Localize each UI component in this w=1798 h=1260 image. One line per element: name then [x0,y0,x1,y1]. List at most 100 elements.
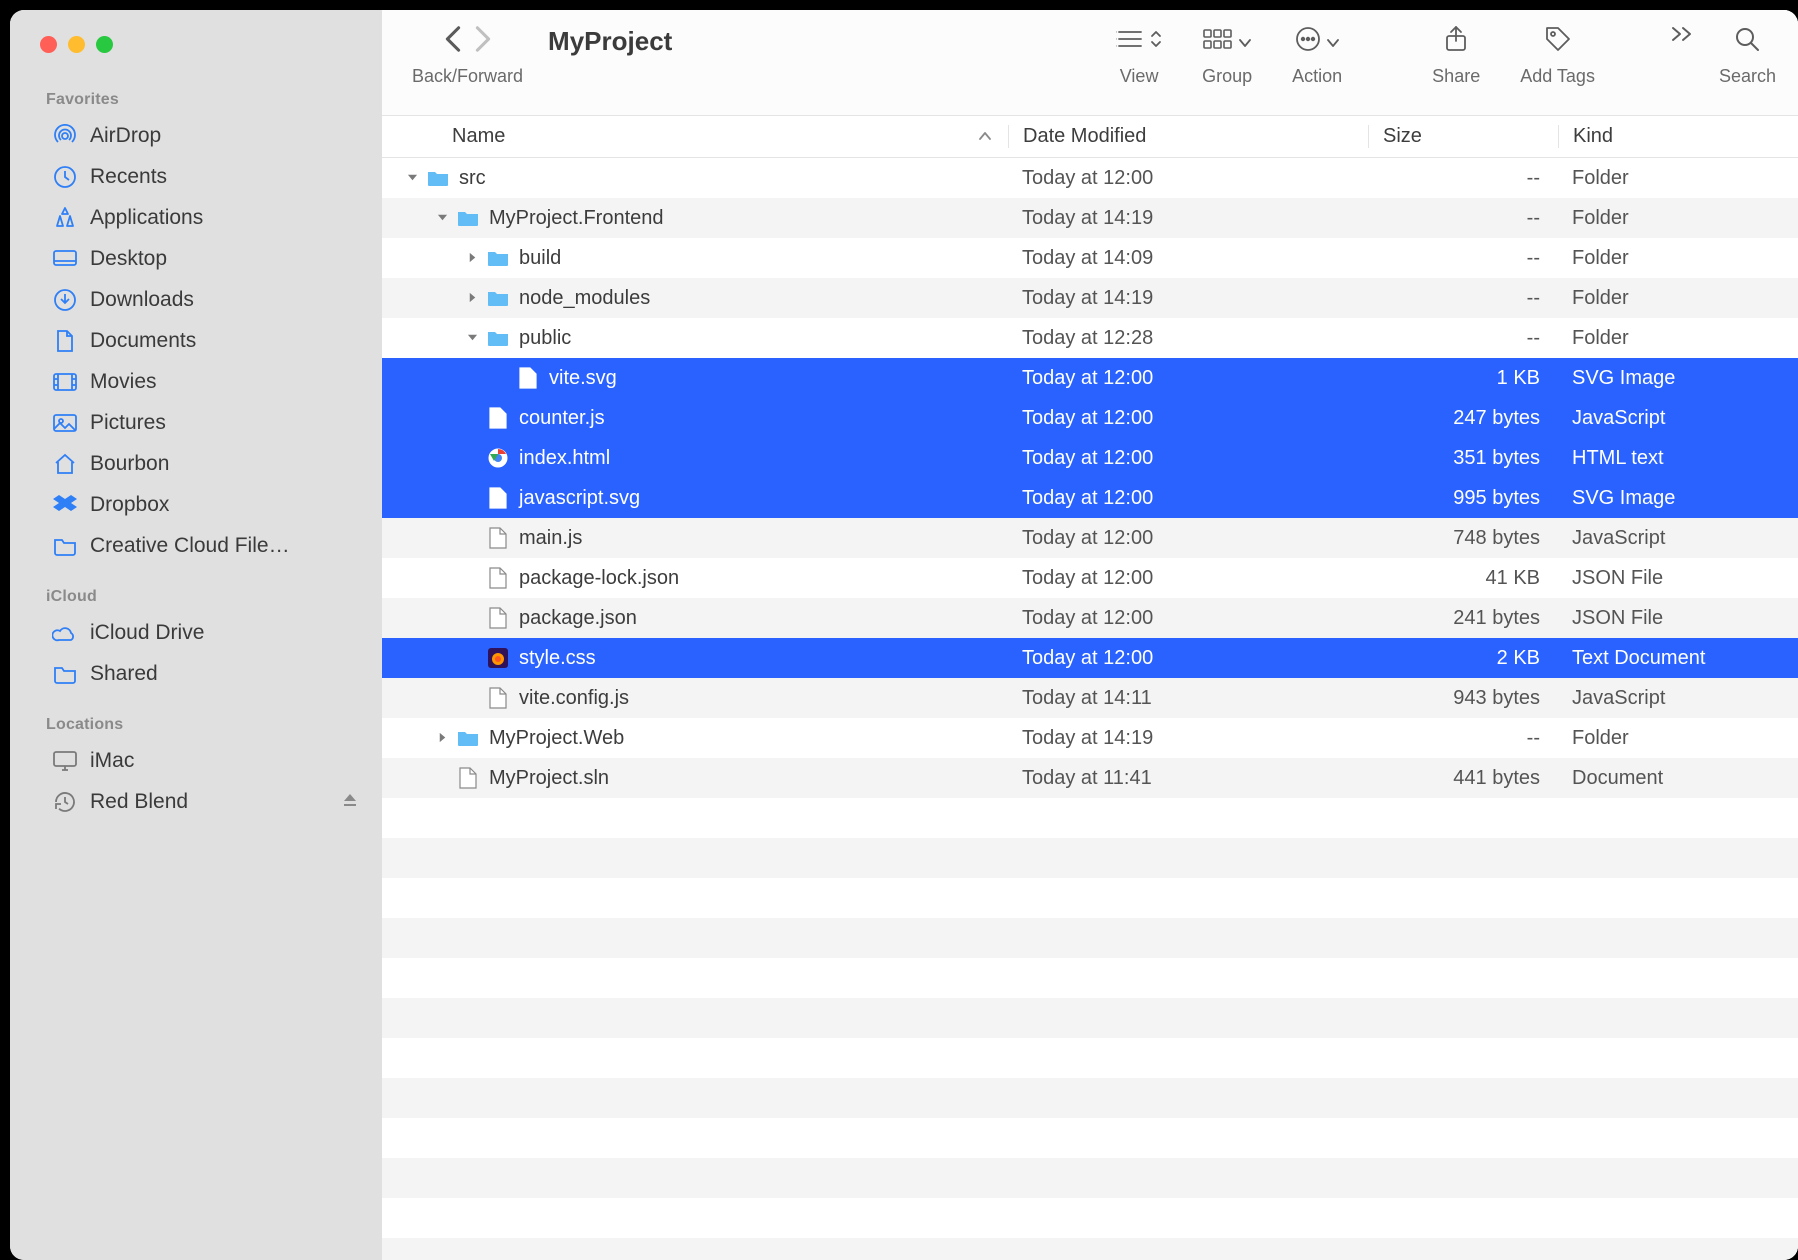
file-kind: Folder [1558,167,1798,190]
sidebar-item-label: Dropbox [90,493,169,517]
placeholder-row [382,998,1798,1038]
sidebar-item[interactable]: Recents [42,156,368,197]
file-kind: Folder [1558,287,1798,310]
sidebar-item[interactable]: AirDrop [42,115,368,156]
disclosure-triangle[interactable] [462,290,482,307]
folder-icon [456,206,480,230]
file-icon [456,766,480,790]
file-date: Today at 12:28 [1008,327,1368,350]
sidebar-item[interactable]: Movies [42,361,368,402]
file-size: 351 bytes [1368,447,1558,470]
column-name[interactable]: Name [452,125,1008,148]
recents-icon [52,164,78,190]
file-row[interactable]: vite.svg Today at 12:00 1 KB SVG Image [382,358,1798,398]
sidebar-item[interactable]: Downloads [42,279,368,320]
sidebar-item[interactable]: Creative Cloud File… [42,525,368,566]
column-date[interactable]: Date Modified [1008,125,1368,148]
column-kind[interactable]: Kind [1558,125,1798,148]
share-group[interactable]: Share [1432,22,1480,87]
file-row[interactable]: counter.js Today at 12:00 247 bytes Java… [382,398,1798,438]
file-row[interactable]: package.json Today at 12:00 241 bytes JS… [382,598,1798,638]
eject-icon[interactable] [342,790,358,814]
column-size[interactable]: Size [1368,125,1558,148]
sidebar-item[interactable]: Shared [42,653,368,694]
documents-icon [52,328,78,354]
file-date: Today at 12:00 [1008,567,1368,590]
file-row[interactable]: package-lock.json Today at 12:00 41 KB J… [382,558,1798,598]
sidebar-item[interactable]: iMac [42,740,368,781]
file-row[interactable]: MyProject.Web Today at 14:19 -- Folder [382,718,1798,758]
file-kind: Folder [1558,327,1798,350]
sidebar-item-label: Red Blend [90,790,188,814]
action-icon [1295,26,1321,58]
timemachine-icon [52,789,78,815]
list-view-icon [1116,28,1144,56]
view-group[interactable]: View [1116,22,1162,87]
placeholder-row [382,1238,1798,1260]
file-name: vite.svg [549,367,617,390]
back-button[interactable] [444,25,462,59]
home-icon [52,451,78,477]
sidebar-item-label: Shared [90,662,158,686]
disclosure-triangle[interactable] [402,170,422,187]
file-row[interactable]: MyProject.sln Today at 11:41 441 bytes D… [382,758,1798,798]
group-group[interactable]: Group [1202,22,1252,87]
file-kind: JavaScript [1558,527,1798,550]
file-row[interactable]: node_modules Today at 14:19 -- Folder [382,278,1798,318]
sidebar-section-header: Favorites [42,83,368,115]
tags-group[interactable]: Add Tags [1520,22,1595,87]
sidebar-item[interactable]: Documents [42,320,368,361]
sidebar-item[interactable]: Red Blend [42,781,368,822]
disclosure-triangle[interactable] [462,250,482,267]
sidebar-item[interactable]: Applications [42,197,368,238]
apps-icon [52,205,78,231]
file-name: MyProject.Frontend [489,207,664,230]
finder-window: FavoritesAirDropRecentsApplicationsDeskt… [10,10,1798,1260]
file-row[interactable]: public Today at 12:28 -- Folder [382,318,1798,358]
file-row[interactable]: vite.config.js Today at 14:11 943 bytes … [382,678,1798,718]
folder-icon [486,286,510,310]
file-kind: JSON File [1558,607,1798,630]
file-name: style.css [519,647,596,670]
back-forward-label: Back/Forward [412,66,523,87]
back-forward-group: Back/Forward [412,22,523,87]
folder-icon [456,726,480,750]
file-row[interactable]: javascript.svg Today at 12:00 995 bytes … [382,478,1798,518]
folder-icon [52,533,78,559]
minimize-button[interactable] [68,36,85,53]
search-group[interactable]: Search [1719,22,1776,87]
file-row[interactable]: src Today at 12:00 -- Folder [382,158,1798,198]
close-button[interactable] [40,36,57,53]
file-row[interactable]: main.js Today at 12:00 748 bytes JavaScr… [382,518,1798,558]
zoom-button[interactable] [96,36,113,53]
folder-icon [486,246,510,270]
sidebar-item[interactable]: Dropbox [42,484,368,525]
search-icon [1734,26,1760,58]
sidebar-item[interactable]: Pictures [42,402,368,443]
disclosure-triangle[interactable] [432,730,452,747]
file-kind: Folder [1558,207,1798,230]
main-pane: Back/Forward MyProject View [382,10,1798,1260]
file-size: 995 bytes [1368,487,1558,510]
more-group[interactable] [1665,22,1699,77]
chevron-down-icon [1327,30,1339,54]
file-size: -- [1368,247,1558,270]
file-name: counter.js [519,407,605,430]
forward-button[interactable] [474,25,492,59]
file-row[interactable]: index.html Today at 12:00 351 bytes HTML… [382,438,1798,478]
file-row[interactable]: build Today at 14:09 -- Folder [382,238,1798,278]
file-kind: SVG Image [1558,367,1798,390]
file-date: Today at 12:00 [1008,447,1368,470]
disclosure-triangle[interactable] [432,210,452,227]
sidebar-item[interactable]: Desktop [42,238,368,279]
group-label: Group [1202,66,1252,87]
file-row[interactable]: MyProject.Frontend Today at 14:19 -- Fol… [382,198,1798,238]
disclosure-triangle[interactable] [462,330,482,347]
airdrop-icon [52,123,78,149]
action-group[interactable]: Action [1292,22,1342,87]
sidebar-item[interactable]: Bourbon [42,443,368,484]
file-row[interactable]: style.css Today at 12:00 2 KB Text Docum… [382,638,1798,678]
column-header-row: Name Date Modified Size Kind [382,116,1798,158]
file-name: MyProject.Web [489,727,624,750]
sidebar-item[interactable]: iCloud Drive [42,612,368,653]
